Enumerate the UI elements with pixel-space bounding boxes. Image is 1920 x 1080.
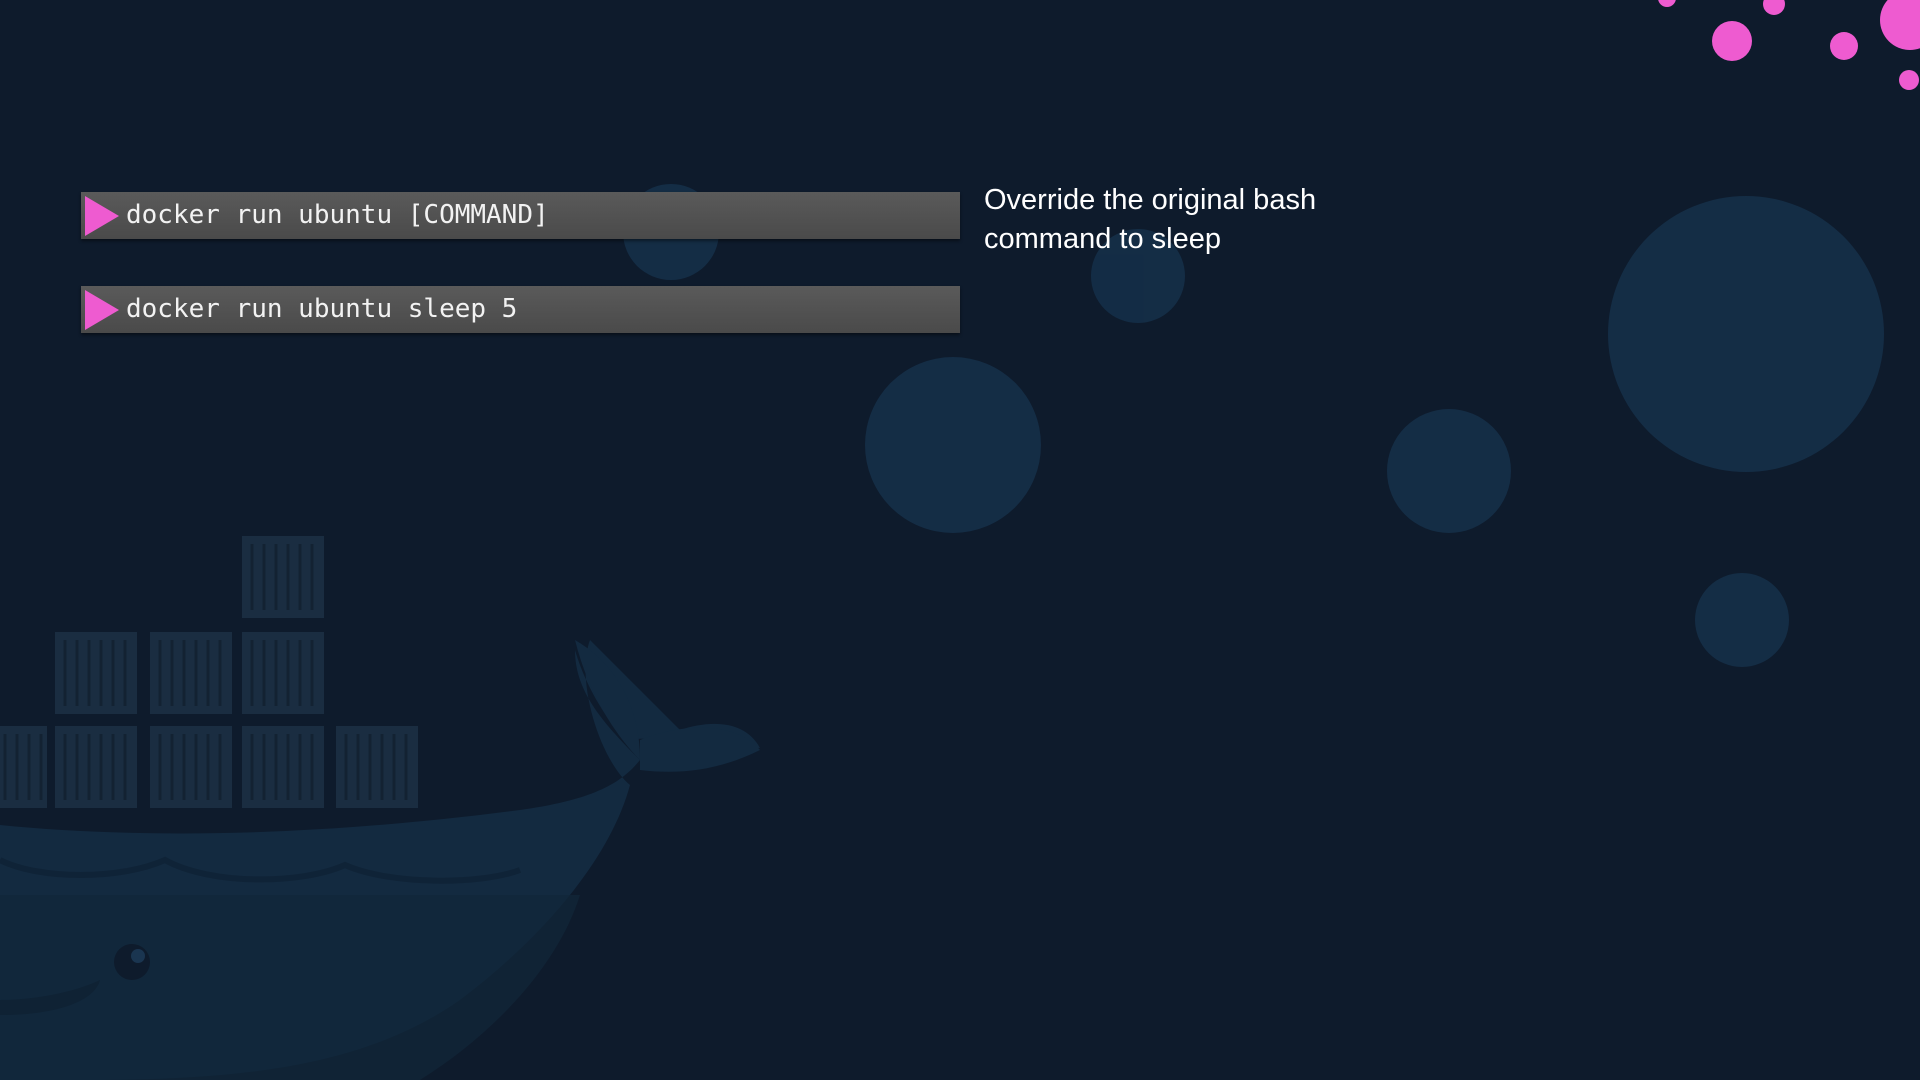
note-line-1: Override the original bash xyxy=(984,184,1317,216)
play-triangle-icon xyxy=(85,196,119,236)
command-text-1: docker run ubuntu [COMMAND] xyxy=(126,200,549,230)
annotation-note: Override the original bash command to sl… xyxy=(984,181,1404,259)
command-bar-1: docker run ubuntu [COMMAND] xyxy=(81,192,960,239)
command-bar-2: docker run ubuntu sleep 5 xyxy=(81,286,960,333)
slide: docker run ubuntu [COMMAND] docker run u… xyxy=(0,0,1920,1080)
pink-dots xyxy=(1658,0,1920,90)
background-decoration xyxy=(0,0,1920,1080)
whale-eye xyxy=(114,944,150,980)
note-line-2: command to sleep xyxy=(984,223,1221,255)
command-text-2: docker run ubuntu sleep 5 xyxy=(126,294,518,324)
play-triangle-icon xyxy=(85,290,119,330)
docker-whale-logo xyxy=(0,536,760,1080)
